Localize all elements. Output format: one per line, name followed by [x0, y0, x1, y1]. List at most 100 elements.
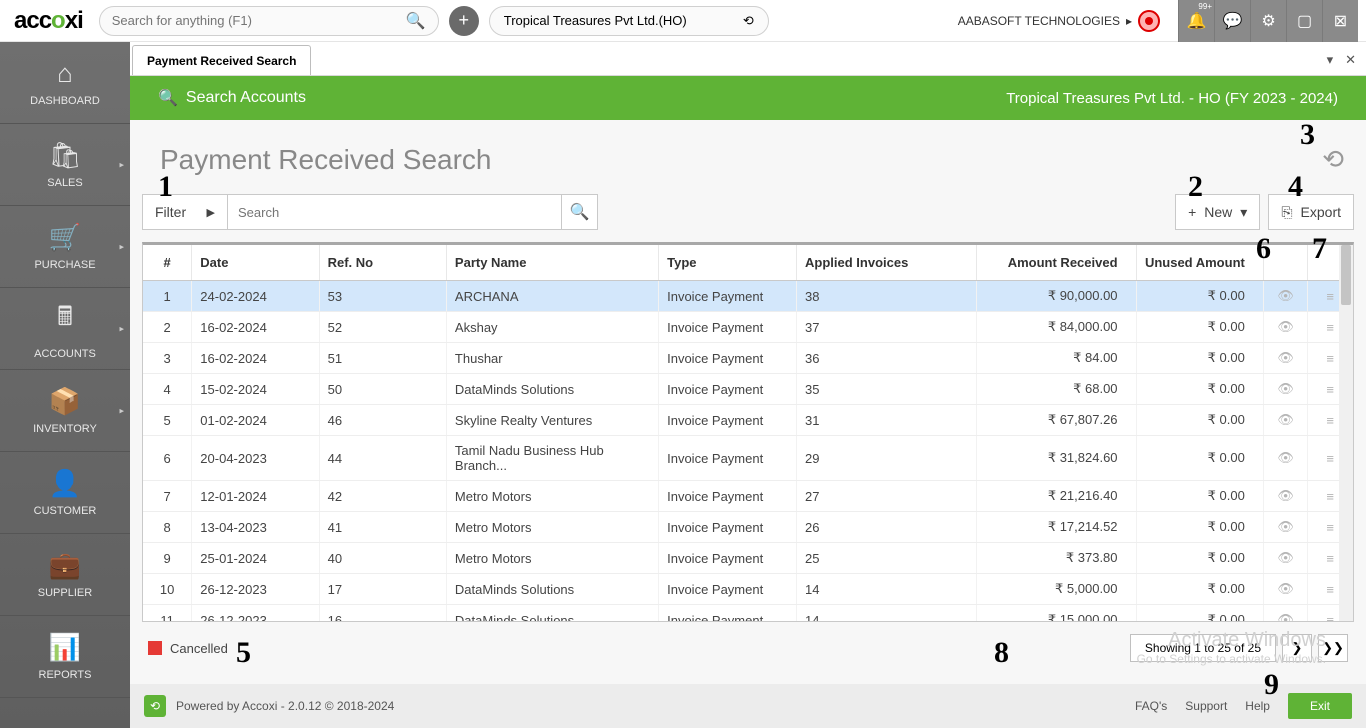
content-area: Payment Received Search ⟲ Filter ▶ 🔍 + N…: [130, 120, 1366, 684]
global-search[interactable]: 🔍: [99, 6, 439, 36]
cell-party: Metro Motors: [446, 481, 658, 512]
cell-ref: 51: [319, 343, 446, 374]
chevron-right-icon: ▸: [119, 405, 124, 416]
export-button[interactable]: ⎘ Export: [1268, 194, 1354, 230]
cell-invoices: 14: [797, 574, 977, 605]
view-row-icon[interactable]: 👁: [1263, 281, 1308, 312]
table-row[interactable]: 813-04-202341Metro MotorsInvoice Payment…: [143, 512, 1353, 543]
sidebar-item-dashboard[interactable]: ⌂DASHBOARD: [0, 42, 130, 124]
cell-number: 10: [143, 574, 192, 605]
view-row-icon[interactable]: 👁: [1263, 512, 1308, 543]
view-row-icon[interactable]: 👁: [1263, 343, 1308, 374]
cancelled-legend-color: [148, 641, 162, 655]
sidebar-item-sales[interactable]: 🛍SALES▸: [0, 124, 130, 206]
global-search-input[interactable]: [112, 13, 406, 28]
col-unused[interactable]: Unused Amount: [1136, 245, 1263, 281]
chart-icon: 📊: [49, 632, 81, 663]
search-icon[interactable]: 🔍: [406, 11, 426, 31]
cell-type: Invoice Payment: [659, 574, 797, 605]
cell-number: 1: [143, 281, 192, 312]
sidebar-item-inventory[interactable]: 📦INVENTORY▸: [0, 370, 130, 452]
view-row-icon[interactable]: 👁: [1263, 405, 1308, 436]
tab-dropdown-icon[interactable]: ▾: [1327, 52, 1334, 68]
cell-date: 16-02-2024: [192, 343, 319, 374]
table-header-row: # Date Ref. No Party Name Type Applied I…: [143, 245, 1353, 281]
cart-icon: 🛒: [49, 222, 81, 253]
cell-invoices: 36: [797, 343, 977, 374]
cell-amount: ₹ 5,000.00: [977, 574, 1136, 605]
col-party[interactable]: Party Name: [446, 245, 658, 281]
col-date[interactable]: Date: [192, 245, 319, 281]
table-row[interactable]: 1126-12-202316DataMinds SolutionsInvoice…: [143, 605, 1353, 623]
new-button[interactable]: + New ▾: [1175, 194, 1260, 230]
tab-close-icon[interactable]: ✕: [1345, 52, 1356, 68]
company-selector[interactable]: Tropical Treasures Pvt Ltd.(HO) ⟲: [489, 6, 769, 36]
footer-link-faq[interactable]: FAQ's: [1135, 699, 1167, 713]
footer-link-support[interactable]: Support: [1185, 699, 1227, 713]
col-invoices[interactable]: Applied Invoices: [797, 245, 977, 281]
cell-date: 12-01-2024: [192, 481, 319, 512]
cell-type: Invoice Payment: [659, 512, 797, 543]
footer-refresh-icon[interactable]: ⟲: [144, 695, 166, 717]
topbar: accoxi 🔍 + Tropical Treasures Pvt Ltd.(H…: [0, 0, 1366, 42]
chat-icon[interactable]: 💬: [1214, 0, 1250, 42]
add-button[interactable]: +: [449, 6, 479, 36]
tab-payment-received-search[interactable]: Payment Received Search: [132, 45, 311, 75]
close-window-icon[interactable]: ⊠: [1322, 0, 1358, 42]
section-header: 🔍 Search Accounts Tropical Treasures Pvt…: [130, 76, 1366, 120]
user-avatar-icon[interactable]: [1138, 10, 1160, 32]
cell-invoices: 31: [797, 405, 977, 436]
chevron-down-icon: ▾: [1240, 204, 1247, 221]
cell-amount: ₹ 67,807.26: [977, 405, 1136, 436]
cell-ref: 50: [319, 374, 446, 405]
org-name[interactable]: AABASOFT TECHNOLOGIES ▸: [958, 10, 1160, 32]
table-row[interactable]: 620-04-202344Tamil Nadu Business Hub Bra…: [143, 436, 1353, 481]
sidebar-item-customer[interactable]: 👤CUSTOMER: [0, 452, 130, 534]
briefcase-icon: 💼: [49, 550, 81, 581]
exit-button[interactable]: Exit: [1288, 693, 1352, 719]
filter-search-button[interactable]: 🔍: [561, 195, 597, 229]
filter-button[interactable]: Filter ▶: [143, 204, 227, 220]
view-row-icon[interactable]: 👁: [1263, 436, 1308, 481]
pagination-next[interactable]: ❯: [1282, 634, 1312, 662]
footer-link-help[interactable]: Help: [1245, 699, 1270, 713]
table-row[interactable]: 216-02-202452AkshayInvoice Payment37₹ 84…: [143, 312, 1353, 343]
cell-invoices: 37: [797, 312, 977, 343]
view-row-icon[interactable]: 👁: [1263, 374, 1308, 405]
cell-invoices: 26: [797, 512, 977, 543]
sidebar-item-purchase[interactable]: 🛒PURCHASE▸: [0, 206, 130, 288]
view-row-icon[interactable]: 👁: [1263, 605, 1308, 623]
table-row[interactable]: 501-02-202446Skyline Realty VenturesInvo…: [143, 405, 1353, 436]
vertical-scrollbar[interactable]: [1339, 245, 1353, 621]
col-number[interactable]: #: [143, 245, 192, 281]
table-row[interactable]: 712-01-202442Metro MotorsInvoice Payment…: [143, 481, 1353, 512]
chevron-right-icon: ▸: [119, 241, 124, 252]
table-row[interactable]: 1026-12-202317DataMinds SolutionsInvoice…: [143, 574, 1353, 605]
view-row-icon[interactable]: 👁: [1263, 481, 1308, 512]
notifications-icon[interactable]: 🔔99+: [1178, 0, 1214, 42]
refresh-icon[interactable]: ⟲: [1322, 144, 1344, 175]
cell-type: Invoice Payment: [659, 343, 797, 374]
col-ref[interactable]: Ref. No: [319, 245, 446, 281]
col-amount[interactable]: Amount Received: [977, 245, 1136, 281]
view-row-icon[interactable]: 👁: [1263, 543, 1308, 574]
col-type[interactable]: Type: [659, 245, 797, 281]
cell-type: Invoice Payment: [659, 374, 797, 405]
filter-search-input[interactable]: [228, 195, 561, 229]
view-row-icon[interactable]: 👁: [1263, 312, 1308, 343]
cancelled-legend-label: Cancelled: [170, 641, 228, 656]
col-view: [1263, 245, 1308, 281]
sidebar-item-accounts[interactable]: 🖩ACCOUNTS▸: [0, 288, 130, 370]
sidebar-item-supplier[interactable]: 💼SUPPLIER: [0, 534, 130, 616]
settings-icon[interactable]: ⚙: [1250, 0, 1286, 42]
table-row[interactable]: 124-02-202453ARCHANAInvoice Payment38₹ 9…: [143, 281, 1353, 312]
table-row[interactable]: 415-02-202450DataMinds SolutionsInvoice …: [143, 374, 1353, 405]
table-row[interactable]: 316-02-202451ThusharInvoice Payment36₹ 8…: [143, 343, 1353, 374]
view-row-icon[interactable]: 👁: [1263, 574, 1308, 605]
cell-unused: ₹ 0.00: [1136, 481, 1263, 512]
minimize-icon[interactable]: ▢: [1286, 0, 1322, 42]
pagination-last[interactable]: ❯❯: [1318, 634, 1348, 662]
table-row[interactable]: 925-01-202440Metro MotorsInvoice Payment…: [143, 543, 1353, 574]
sync-icon[interactable]: ⟲: [743, 13, 754, 29]
sidebar-item-reports[interactable]: 📊REPORTS: [0, 616, 130, 698]
